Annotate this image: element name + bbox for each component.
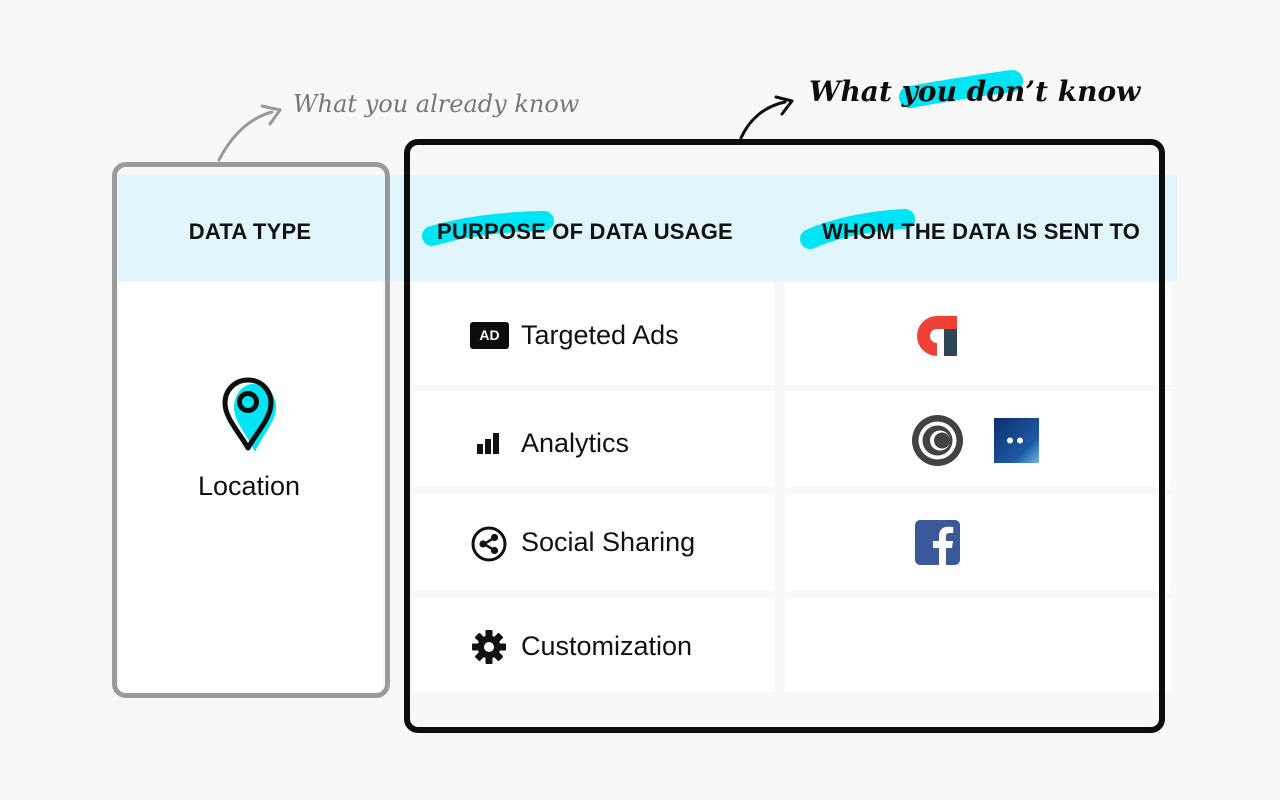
unknown-annotation: What you don’t know: [809, 75, 1141, 108]
annotation-arrows: [217, 95, 794, 162]
known-annotation: What you already know: [293, 90, 580, 118]
